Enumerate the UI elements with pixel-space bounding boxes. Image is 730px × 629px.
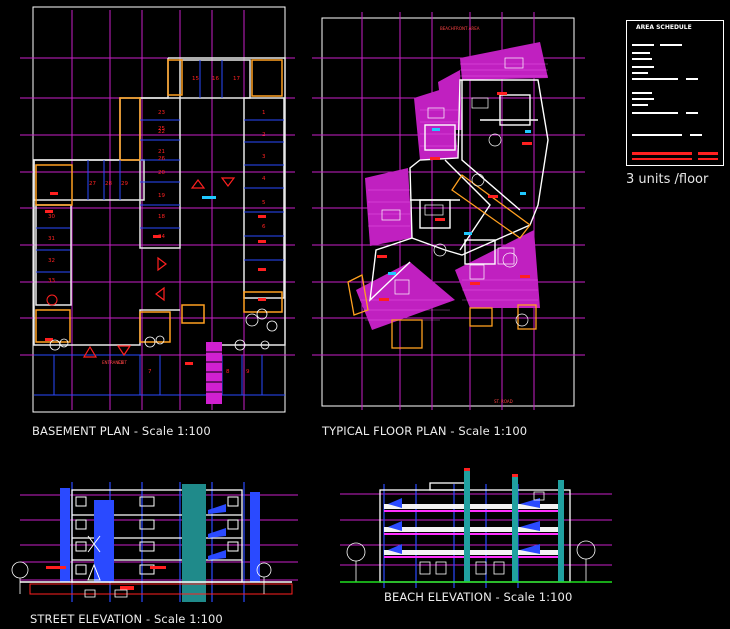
stall-number: 1	[262, 110, 266, 116]
beach-elevation	[340, 468, 612, 588]
beach-elevation-caption: BEACH ELEVATION - Scale 1:100	[384, 590, 573, 604]
typical-floor-plan: BEACHFRONT AREA ST. ROAD	[312, 12, 585, 410]
stall-number: 33	[48, 278, 55, 284]
stall-number: 21	[158, 149, 165, 155]
basement-plan-caption: BASEMENT PLAN - Scale 1:100	[32, 424, 211, 438]
street-elevation-caption: STREET ELEVATION - Scale 1:100	[30, 612, 223, 626]
stall-number: 30	[48, 214, 55, 220]
stall-number: 25	[158, 126, 165, 132]
stall-number: 4	[262, 176, 266, 182]
stall-number: 6	[262, 224, 266, 230]
stall-numbers: 15 16 1723222120191827 28 292425261234567 8 93…	[48, 76, 266, 375]
stall-number: 19	[158, 193, 165, 199]
stall-number: 2	[262, 132, 266, 138]
stall-number: 23	[158, 110, 165, 116]
basement-plan: 15 16 1723222120191827 28 292425261234567 8 93…	[20, 6, 295, 413]
stall-number: 3	[262, 154, 266, 160]
stall-number: 29	[121, 181, 128, 187]
exit-label: EXIT	[118, 360, 127, 365]
stall-number: 16	[212, 76, 219, 82]
cad-drawing: 15 16 1723222120191827 28 292425261234567 8 93…	[11, 6, 718, 602]
area-schedule-title: AREA SCHEDULE	[636, 24, 692, 31]
stall-number: 20	[158, 170, 165, 176]
stall-number: 9	[246, 369, 250, 375]
stall-number: 18	[158, 214, 165, 220]
typical-floor-plan-caption: TYPICAL FLOOR PLAN - Scale 1:100	[322, 424, 528, 438]
stall-number: 28	[105, 181, 112, 187]
stall-number: 26	[158, 156, 165, 162]
stall-number: 7	[148, 369, 152, 375]
street-elevation	[11, 482, 298, 602]
stall-number: 15	[192, 76, 199, 82]
stall-number: 17	[233, 76, 240, 82]
drawing-sheet: 15 16 17 23 22 21 20 19 18 27 28 29 24 25 26 1 2 3 4 5 6 7 8 9 3…	[0, 0, 730, 629]
area-schedule-box: AREA SCHEDULE	[626, 20, 724, 166]
stall-number: 32	[48, 258, 55, 264]
stall-number: 31	[48, 236, 55, 242]
stall-number: 5	[262, 200, 266, 206]
units-per-floor-note: 3 units /floor	[626, 172, 709, 187]
stall-number: 8	[226, 369, 230, 375]
svg-text:ST. ROAD: ST. ROAD	[494, 399, 513, 404]
svg-text:BEACHFRONT AREA: BEACHFRONT AREA	[440, 26, 480, 31]
stall-number: 27	[89, 181, 96, 187]
